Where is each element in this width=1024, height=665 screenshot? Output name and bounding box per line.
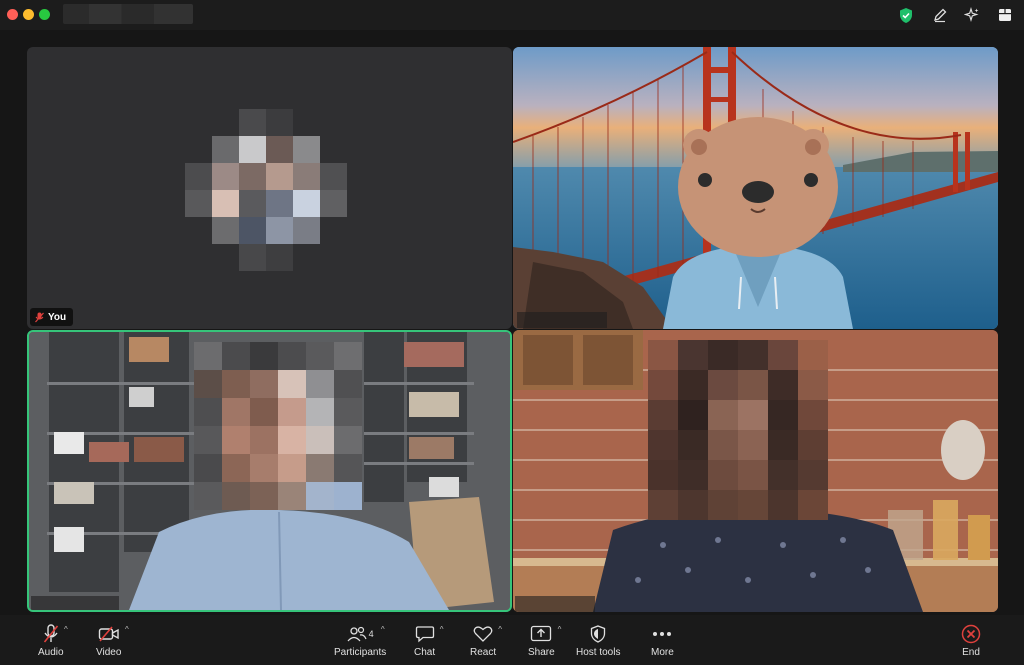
video-tile-participant-woman[interactable]: [513, 330, 998, 612]
bear-avatar: [663, 117, 853, 329]
participants-label: Participants: [334, 647, 387, 658]
chat-options-caret[interactable]: ^: [440, 625, 444, 634]
participants-button[interactable]: 4 ^ Participants: [334, 623, 386, 658]
share-options-caret[interactable]: ^: [558, 625, 562, 634]
video-button[interactable]: ^ Video: [96, 623, 129, 658]
apps-icon[interactable]: [996, 6, 1014, 24]
host-tools-label: Host tools: [576, 647, 621, 658]
meeting-title-blurred: [63, 4, 193, 24]
video-options-caret[interactable]: ^: [125, 625, 129, 634]
window-minimize-button[interactable]: [23, 9, 34, 20]
chat-label: Chat: [414, 647, 436, 658]
window-maximize-button[interactable]: [39, 9, 50, 20]
participant-name-plate: [31, 596, 119, 610]
chat-button[interactable]: ^ Chat: [414, 623, 444, 658]
react-options-caret[interactable]: ^: [498, 625, 502, 634]
you-name-badge: You: [30, 308, 74, 326]
video-tile-you[interactable]: [27, 47, 512, 329]
video-gallery: You: [0, 30, 1024, 615]
video-label: Video: [96, 647, 122, 658]
title-bar: [0, 0, 1024, 30]
audio-options-caret[interactable]: ^: [64, 625, 68, 634]
more-label: More: [651, 647, 674, 658]
host-shield-icon: [591, 625, 606, 643]
more-icon: [653, 632, 672, 636]
participants-options-caret[interactable]: ^: [381, 625, 385, 634]
end-button[interactable]: End: [961, 623, 981, 658]
chat-icon: [415, 626, 434, 643]
end-icon: [961, 624, 981, 644]
sparkle-icon[interactable]: [963, 6, 981, 24]
microphone-muted-icon: [43, 624, 58, 643]
share-button[interactable]: ^ Share: [528, 623, 561, 658]
react-label: React: [470, 647, 497, 658]
share-label: Share: [528, 647, 555, 658]
react-button[interactable]: ^ React: [470, 623, 502, 658]
more-button[interactable]: More: [651, 623, 674, 658]
man-video-scene: [29, 332, 510, 610]
bridge-scene: [513, 47, 998, 329]
mic-muted-small-icon: [35, 312, 44, 322]
woman-video-scene: [513, 330, 998, 612]
audio-button[interactable]: ^ Audio: [38, 623, 68, 658]
participant-name-plate: [515, 596, 595, 612]
meeting-toolbar: ^ Audio ^ Video 4 ^ Participants ^ Chat …: [0, 615, 1024, 665]
participant-name-plate: [517, 312, 607, 328]
video-off-icon: [98, 626, 119, 642]
video-tile-avatar-bridge[interactable]: [513, 47, 998, 329]
host-tools-button[interactable]: Host tools: [576, 623, 620, 658]
pencil-icon[interactable]: [931, 6, 949, 24]
shield-icon[interactable]: [897, 6, 915, 24]
participants-count: 4: [368, 629, 374, 639]
blurred-avatar: [185, 109, 347, 271]
video-tile-participant-man[interactable]: [27, 330, 512, 612]
you-label: You: [48, 311, 67, 323]
heart-icon: [473, 626, 493, 642]
window-close-button[interactable]: [7, 9, 18, 20]
participants-icon: [347, 626, 367, 642]
end-label: End: [962, 647, 980, 658]
audio-label: Audio: [38, 647, 64, 658]
share-icon: [531, 625, 552, 642]
